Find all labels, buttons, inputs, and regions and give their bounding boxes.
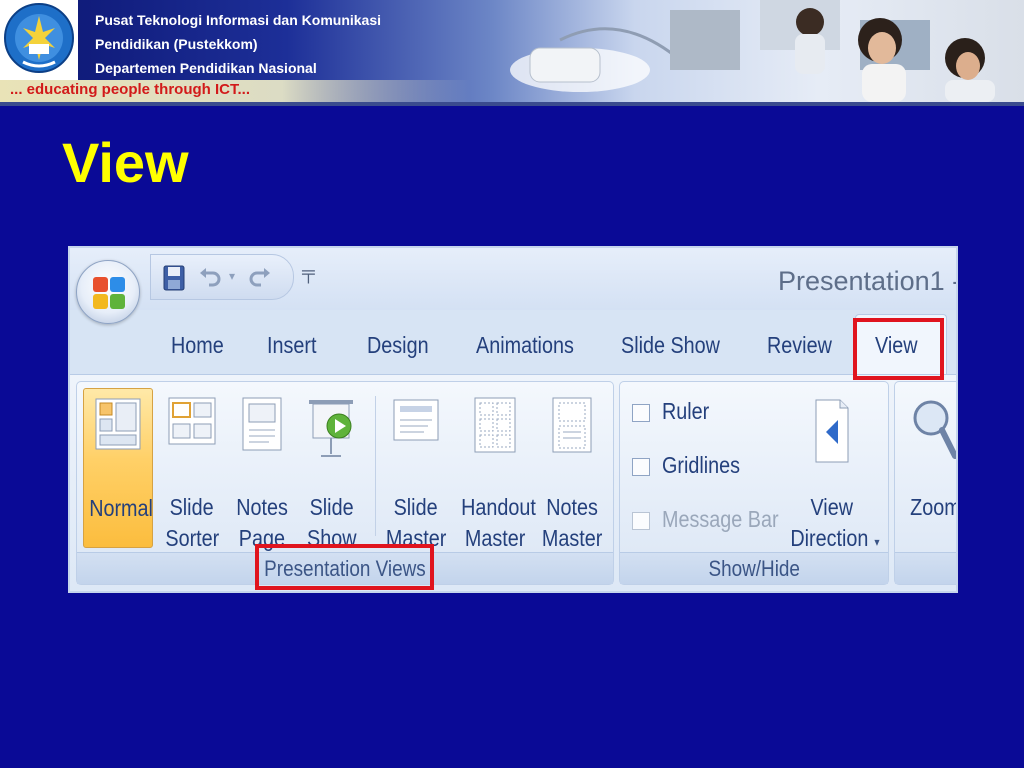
normal-view-label: Normal: [89, 495, 153, 521]
group-zoom: Zoom: [894, 381, 958, 585]
logo-container: [0, 0, 78, 80]
tab-review[interactable]: Review: [767, 332, 832, 359]
ribbon-body: Normal Slide Sorter Notes Page Slide Sho…: [70, 374, 956, 591]
notes-page-button[interactable]: Notes Page: [227, 388, 297, 551]
ribbon-screenshot: ▾ ╤ Presentation1 - M Home Insert Design…: [68, 246, 958, 593]
office-logo-icon: [93, 277, 125, 309]
customize-qat-icon[interactable]: ╤: [302, 262, 315, 283]
slide-master-button[interactable]: Slide Master: [381, 388, 451, 551]
notes-master-label: Notes Master: [541, 494, 603, 551]
slide-master-icon: [393, 399, 439, 441]
gridlines-checkbox-box[interactable]: [632, 458, 650, 476]
group-label-show-hide: Show/Hide: [620, 552, 888, 584]
header-org-line1: Pusat Teknologi Informasi dan Komunikasi: [95, 12, 382, 28]
zoom-label: Zoom: [909, 494, 958, 520]
normal-view-button[interactable]: Normal: [83, 388, 153, 548]
header-org-line2: Pendidikan (Pustekkom): [95, 36, 258, 52]
redo-icon[interactable]: [247, 265, 273, 291]
tab-slide-show[interactable]: Slide Show: [621, 332, 720, 359]
notes-page-icon: [242, 397, 282, 451]
slide-sorter-button[interactable]: Slide Sorter: [157, 388, 227, 551]
tab-animations[interactable]: Animations: [476, 332, 574, 359]
save-icon[interactable]: [163, 265, 185, 291]
slide-show-icon: [309, 400, 353, 457]
header-banner: Pusat Teknologi Informasi dan Komunikasi…: [0, 0, 1024, 102]
zoom-magnifier-icon: [913, 400, 956, 459]
header-org-line3: Departemen Pendidikan Nasional: [95, 60, 317, 76]
message-bar-label: Message Bar: [662, 506, 779, 532]
tab-home[interactable]: Home: [171, 332, 224, 359]
handout-master-label: Handout Master: [461, 494, 536, 551]
gridlines-label: Gridlines: [662, 452, 741, 478]
view-direction-label: View Direction ▾: [789, 494, 880, 551]
view-direction-button[interactable]: View Direction ▾: [780, 388, 884, 551]
message-bar-checkbox-box[interactable]: [632, 512, 650, 530]
banner-photo-collage: [510, 0, 995, 102]
banner-divider: [0, 102, 1024, 106]
undo-dropdown-icon[interactable]: ▾: [229, 269, 235, 283]
group-show-hide: Ruler Gridlines Message Bar View Directio…: [619, 381, 889, 585]
tab-design[interactable]: Design: [367, 332, 429, 359]
notes-master-icon: [552, 397, 592, 453]
presentation-views-highlight: [255, 544, 434, 590]
ribbon-tab-row: Home Insert Design Animations Slide Show…: [70, 310, 956, 374]
slide-show-button[interactable]: Slide Show: [297, 388, 367, 551]
ruler-checkbox-box[interactable]: [632, 404, 650, 422]
normal-view-icon: [95, 398, 141, 450]
quick-access-toolbar: ▾: [150, 254, 294, 300]
window-title: Presentation1 - M: [778, 266, 956, 296]
tut-wuri-handayani-logo-icon: [4, 3, 74, 73]
window-titlebar: ▾ ╤ Presentation1 - M: [70, 248, 956, 310]
view-tab-highlight: [853, 318, 944, 380]
header-tagline: ... educating people through ICT...: [10, 81, 250, 98]
zoom-button[interactable]: Zoom: [897, 388, 958, 548]
notes-master-button[interactable]: Notes Master: [537, 388, 607, 551]
slide-sorter-icon: [168, 397, 216, 445]
handout-master-button[interactable]: Handout Master: [455, 388, 536, 551]
group-separator: [375, 396, 376, 536]
view-direction-icon: [815, 399, 849, 463]
office-button[interactable]: [76, 260, 140, 324]
ruler-label: Ruler: [662, 398, 710, 424]
undo-icon[interactable]: [197, 265, 223, 291]
handout-master-icon: [474, 397, 516, 453]
group-label-zoom: [895, 552, 956, 584]
slide-sorter-label: Slide Sorter: [165, 494, 219, 551]
tab-insert[interactable]: Insert: [267, 332, 316, 359]
slide-title: View: [62, 131, 189, 194]
